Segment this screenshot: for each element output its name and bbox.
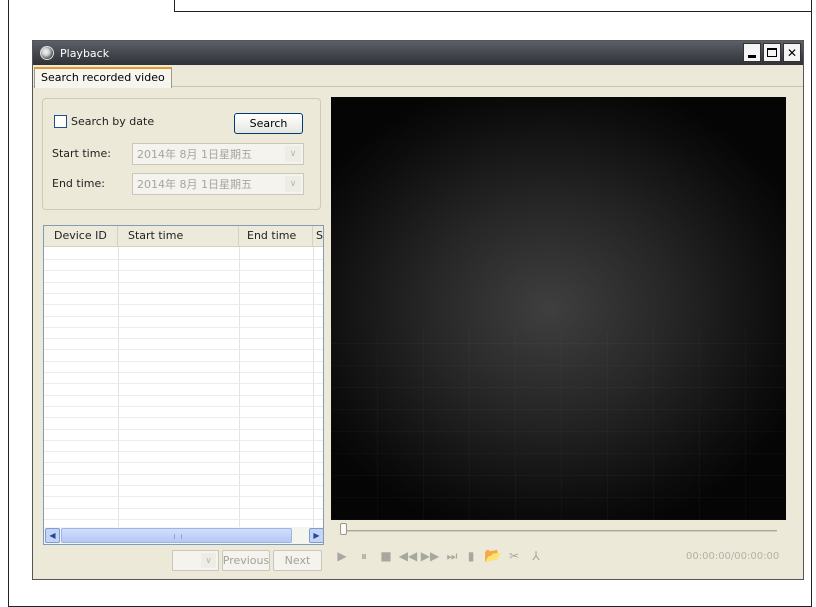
- table-row[interactable]: [44, 462, 323, 464]
- table-row[interactable]: [44, 349, 323, 351]
- table-row[interactable]: [44, 383, 323, 385]
- table-row[interactable]: [44, 270, 323, 272]
- table-row[interactable]: [44, 518, 323, 520]
- column-header-device-id[interactable]: Device ID: [44, 226, 118, 247]
- end-time-label: End time:: [52, 177, 105, 190]
- checkbox-label: Search by date: [71, 115, 155, 128]
- table-row[interactable]: [44, 507, 323, 509]
- tab-bar: Search recorded video: [33, 65, 803, 88]
- tab-search-recorded-video[interactable]: Search recorded video: [34, 67, 172, 88]
- seek-handle[interactable]: [340, 523, 347, 535]
- open-folder-icon[interactable]: 📂: [484, 546, 502, 566]
- clip-start-icon[interactable]: ✂: [505, 546, 523, 566]
- recordings-table[interactable]: Device ID Start time End time S ◀ ▶: [43, 225, 324, 545]
- table-row[interactable]: [44, 259, 323, 260]
- close-button[interactable]: ✕: [783, 43, 801, 62]
- seek-track[interactable]: [342, 530, 777, 532]
- table-row[interactable]: [44, 405, 323, 407]
- maximize-button[interactable]: [763, 43, 781, 62]
- video-background-grid: [331, 329, 786, 520]
- search-panel: Search by date Search Start time: 2014年 …: [42, 98, 321, 210]
- playback-window: Playback ✕ Search recorded video Search …: [32, 40, 804, 580]
- play-icon[interactable]: ▶: [333, 546, 351, 566]
- title-bar[interactable]: Playback ✕: [33, 41, 803, 65]
- search-by-date-checkbox[interactable]: Search by date: [54, 115, 154, 128]
- table-row[interactable]: [44, 292, 323, 294]
- minimize-button[interactable]: [743, 43, 761, 62]
- table-row[interactable]: [44, 315, 323, 317]
- page-select[interactable]: ∨: [172, 550, 219, 571]
- stop-icon[interactable]: ■: [377, 546, 395, 566]
- video-viewport[interactable]: [331, 97, 786, 520]
- chevron-down-icon[interactable]: ∨: [285, 146, 301, 162]
- table-row[interactable]: [44, 473, 323, 475]
- fast-forward-icon[interactable]: ▶▶: [421, 546, 439, 566]
- table-header: Device ID Start time End time S: [44, 226, 323, 247]
- scroll-left-icon[interactable]: ◀: [45, 528, 60, 543]
- next-button[interactable]: Next: [273, 550, 322, 571]
- pause-icon[interactable]: ⏸: [355, 546, 373, 566]
- table-row[interactable]: [44, 281, 323, 283]
- table-row[interactable]: [44, 360, 323, 362]
- end-time-picker[interactable]: 2014年 8月 1日星期五 ∨: [132, 173, 304, 195]
- start-time-value: 2014年 8月 1日星期五: [137, 148, 252, 161]
- chevron-down-icon[interactable]: ∨: [201, 553, 216, 568]
- table-row[interactable]: [44, 496, 323, 498]
- scroll-right-icon[interactable]: ▶: [309, 528, 323, 543]
- table-row[interactable]: [44, 326, 323, 328]
- table-row[interactable]: [44, 338, 323, 340]
- start-time-picker[interactable]: 2014年 8月 1日星期五 ∨: [132, 143, 304, 165]
- app-icon: [40, 46, 54, 60]
- snapshot-icon[interactable]: ▮: [462, 546, 480, 566]
- column-header-truncated[interactable]: S: [313, 226, 323, 247]
- previous-button[interactable]: Previous: [222, 550, 270, 571]
- clip-end-icon[interactable]: ⅄: [527, 546, 545, 566]
- table-row[interactable]: [44, 372, 323, 373]
- table-row[interactable]: [44, 428, 323, 430]
- table-row[interactable]: [44, 304, 323, 306]
- scrollbar-thumb[interactable]: [61, 528, 292, 543]
- window-title: Playback: [60, 46, 110, 60]
- column-header-end-time[interactable]: End time: [239, 226, 313, 247]
- table-row[interactable]: [44, 394, 323, 396]
- horizontal-scrollbar[interactable]: ◀ ▶: [44, 527, 323, 544]
- rewind-icon[interactable]: ◀◀: [399, 546, 417, 566]
- desktop-divider: [174, 11, 812, 12]
- start-time-label: Start time:: [52, 147, 111, 160]
- table-row[interactable]: [44, 417, 323, 419]
- checkbox-box[interactable]: [54, 115, 67, 128]
- grip-icon: [174, 534, 182, 539]
- playback-time: 00:00:00/00:00:00: [686, 551, 780, 562]
- minimize-icon: [748, 55, 756, 58]
- chevron-down-icon[interactable]: ∨: [285, 176, 301, 192]
- window-controls: ✕: [743, 43, 801, 62]
- search-button[interactable]: Search: [234, 113, 303, 134]
- maximize-icon: [767, 48, 777, 57]
- step-frame-icon[interactable]: ⏭: [443, 546, 461, 566]
- table-row[interactable]: [44, 485, 323, 486]
- column-header-start-time[interactable]: Start time: [118, 226, 239, 247]
- close-icon: ✕: [786, 45, 798, 60]
- end-time-value: 2014年 8月 1日星期五: [137, 178, 252, 191]
- table-row[interactable]: [44, 439, 323, 441]
- table-row[interactable]: [44, 451, 323, 453]
